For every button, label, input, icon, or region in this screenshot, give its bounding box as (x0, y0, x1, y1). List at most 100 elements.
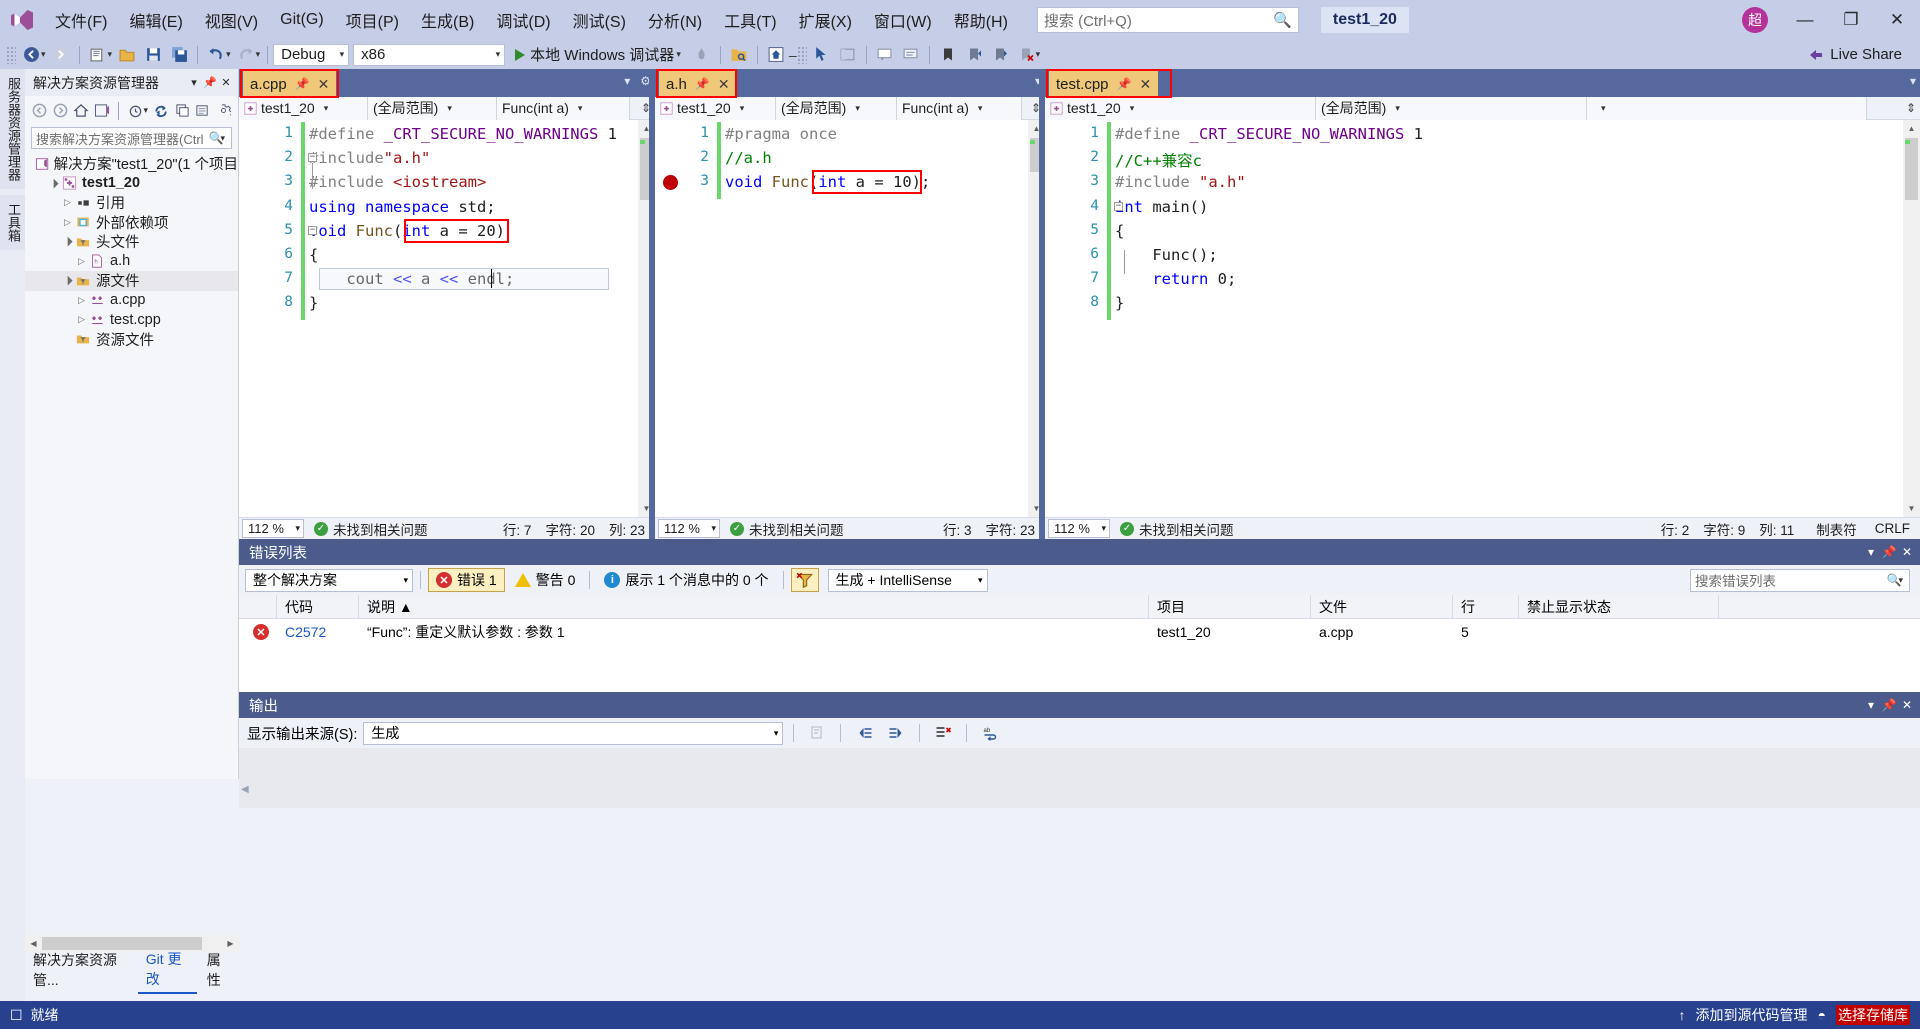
menu-item-8[interactable]: 分析(N) (637, 4, 713, 36)
toolbar-grip[interactable] (6, 45, 16, 64)
vertical-tab-toolbox[interactable]: 工具箱 (0, 195, 27, 250)
forward-icon[interactable] (51, 100, 70, 122)
code-editor-a.h[interactable]: 1 #pragma once 2//a.h 3 void Func(int a = 10… (655, 120, 1028, 517)
collapse-all-icon[interactable] (173, 100, 192, 122)
error-col-header-3[interactable]: 项目 (1149, 594, 1311, 619)
error-col-header-1[interactable]: 代码 (277, 594, 359, 619)
code-editor-a.cpp[interactable]: 1 #define _CRT_SECURE_NO_WARNINGS 1 2 #incl… (239, 120, 638, 517)
tree-item-4[interactable]: ◢ 头文件 (25, 232, 238, 252)
nav-scope-combo[interactable]: (全局范围) ▾ (368, 96, 497, 120)
editor-vscrollbar-2[interactable]: ▲ ▼ (1903, 120, 1920, 517)
upload-icon[interactable]: ↑ (1679, 1007, 1686, 1023)
pane-dropdown-icon[interactable]: ▾ (186, 76, 202, 89)
menu-item-3[interactable]: Git(G) (269, 7, 335, 33)
pane-dropdown-icon[interactable]: ▾ (1862, 698, 1880, 712)
go-to-previous-message-icon[interactable] (851, 721, 877, 745)
split-view-icon[interactable]: ⇕ (1902, 101, 1920, 115)
close-icon[interactable]: ✕ (218, 76, 234, 89)
home-window-icon[interactable] (763, 43, 789, 67)
menu-item-5[interactable]: 生成(B) (410, 4, 485, 36)
tree-item-5[interactable]: ▷ h a.h (25, 252, 238, 272)
table-row[interactable]: ✕ C2572 “Func”: 重定义默认参数 : 参数 1 test1_20 a.cp… (239, 619, 1920, 645)
start-debugging-button[interactable]: 本地 Windows 调试器 ▾ (509, 44, 689, 65)
tree-item-0[interactable]: 解决方案"test1_20"(1 个项目 (25, 154, 238, 174)
fold-toggle-icon[interactable]: − (308, 153, 317, 163)
clear-all-icon[interactable] (930, 721, 956, 745)
live-share-button[interactable]: Live Share (1808, 46, 1902, 63)
error-col-header-4[interactable]: 文件 (1311, 594, 1453, 619)
solution-explorer-search-input[interactable]: 搜索解决方案资源管理器(Ctrl 🔍 ▾ (31, 127, 232, 149)
menu-item-1[interactable]: 编辑(E) (118, 4, 193, 36)
fold-toggle-icon[interactable]: − (308, 225, 317, 235)
nav-member-combo[interactable]: Func(int a) ▾ (497, 96, 630, 120)
se-bottom-tab-0[interactable]: 解决方案资源管... (25, 947, 136, 993)
save-icon[interactable] (140, 43, 166, 67)
comment-icon[interactable] (872, 43, 898, 67)
uncomment-icon[interactable] (898, 43, 924, 67)
nav-project-combo[interactable]: test1_20 ▾ (239, 96, 368, 120)
filter-button[interactable] (790, 568, 819, 592)
properties-icon[interactable] (214, 100, 233, 122)
close-icon[interactable]: ✕ (1898, 545, 1916, 559)
pin-icon[interactable]: 📌 (202, 76, 218, 89)
collapse-arrow-icon[interactable]: ▷ (61, 197, 74, 208)
redo-dropdown-icon[interactable]: ▾ (256, 49, 261, 60)
fold-toggle-icon[interactable]: − (1114, 201, 1123, 211)
pointer-select-icon[interactable] (809, 43, 835, 67)
find-message-icon[interactable] (804, 721, 830, 745)
menu-item-12[interactable]: 帮助(H) (943, 4, 1019, 36)
avatar[interactable]: 超 (1742, 7, 1768, 33)
error-search-dropdown-icon[interactable]: ▾ (1898, 575, 1903, 586)
folder-search-icon[interactable] (726, 43, 752, 67)
bookmark-icon[interactable] (935, 43, 961, 67)
navigate-forward-icon[interactable] (48, 43, 74, 67)
tree-item-2[interactable]: ▷ 引用 (25, 193, 238, 213)
chevron-down-icon[interactable]: ▾ (624, 74, 630, 88)
nav-scope-combo[interactable]: (全局范围) ▾ (1316, 96, 1587, 120)
tree-item-8[interactable]: ▷ test.cpp (25, 310, 238, 330)
solution-view-icon[interactable] (92, 100, 111, 122)
zoom-combo[interactable]: 112 % ▾ (1048, 519, 1110, 538)
output-source-combo[interactable]: 生成 ▾ (363, 721, 784, 745)
back-dropdown-icon[interactable]: ▾ (41, 49, 46, 60)
repo-select-label[interactable]: 选择存储库 (1836, 1005, 1910, 1025)
se-search-dropdown-icon[interactable]: ▾ (220, 133, 225, 144)
new-project-dropdown-icon[interactable]: ▾ (108, 49, 113, 60)
chevron-down-icon[interactable]: ▾ (1910, 74, 1916, 88)
scroll-up-arrow-icon[interactable]: ▲ (1903, 120, 1920, 137)
close-button[interactable]: ✕ (1874, 0, 1920, 40)
pending-changes-icon[interactable] (126, 100, 145, 122)
pending-changes-dropdown-icon[interactable]: ▾ (143, 105, 148, 116)
undo-dropdown-icon[interactable]: ▾ (226, 49, 231, 60)
se-bottom-tab-1[interactable]: Git 更改 (137, 946, 197, 994)
save-all-icon[interactable] (166, 43, 192, 67)
menu-item-9[interactable]: 工具(T) (713, 4, 787, 36)
open-file-icon[interactable] (114, 43, 140, 67)
zoom-combo[interactable]: 112 % ▾ (242, 519, 304, 538)
error-col-header-5[interactable]: 行 (1453, 594, 1519, 619)
pane-dropdown-icon[interactable]: ▾ (1862, 545, 1880, 559)
solution-configuration-combo[interactable]: Debug ▾ (273, 43, 350, 66)
collapse-arrow-icon[interactable]: ▷ (75, 256, 88, 267)
tree-item-1[interactable]: ◢ test1_20 (25, 174, 238, 194)
prev-bookmark-icon[interactable] (961, 43, 987, 67)
collapse-arrow-icon[interactable]: ▷ (75, 314, 88, 325)
tree-item-3[interactable]: ▷ 外部依赖项 (25, 213, 238, 233)
warnings-toggle-button[interactable]: 警告 0 (508, 568, 583, 592)
errors-toggle-button[interactable]: ✕ 错误 1 (428, 568, 505, 592)
global-search-input[interactable]: 搜索 (Ctrl+Q) 🔍 (1036, 7, 1299, 33)
toolbar-grip-2[interactable] (796, 45, 807, 64)
project-chip[interactable]: test1_20 (1320, 7, 1409, 33)
output-text-area[interactable]: ◀ (239, 748, 1920, 808)
home-icon[interactable] (71, 100, 90, 122)
show-all-files-icon[interactable] (193, 100, 212, 122)
error-col-header-2[interactable]: 说明 ▲ (359, 594, 1149, 619)
source-control-label[interactable]: 添加到源代码管理 (1696, 1005, 1808, 1025)
repo-icon[interactable]: ◓ (1818, 1007, 1826, 1023)
back-icon[interactable] (30, 100, 49, 122)
go-to-next-message-icon[interactable] (883, 721, 909, 745)
tree-item-9[interactable]: 资源文件 (25, 330, 238, 350)
window-layout-icon[interactable] (835, 43, 861, 67)
error-col-header-0[interactable] (239, 594, 277, 619)
code-editor-test.cpp[interactable]: 1 #define _CRT_SECURE_NO_WARNINGS 1 2//C++… (1045, 120, 1903, 517)
